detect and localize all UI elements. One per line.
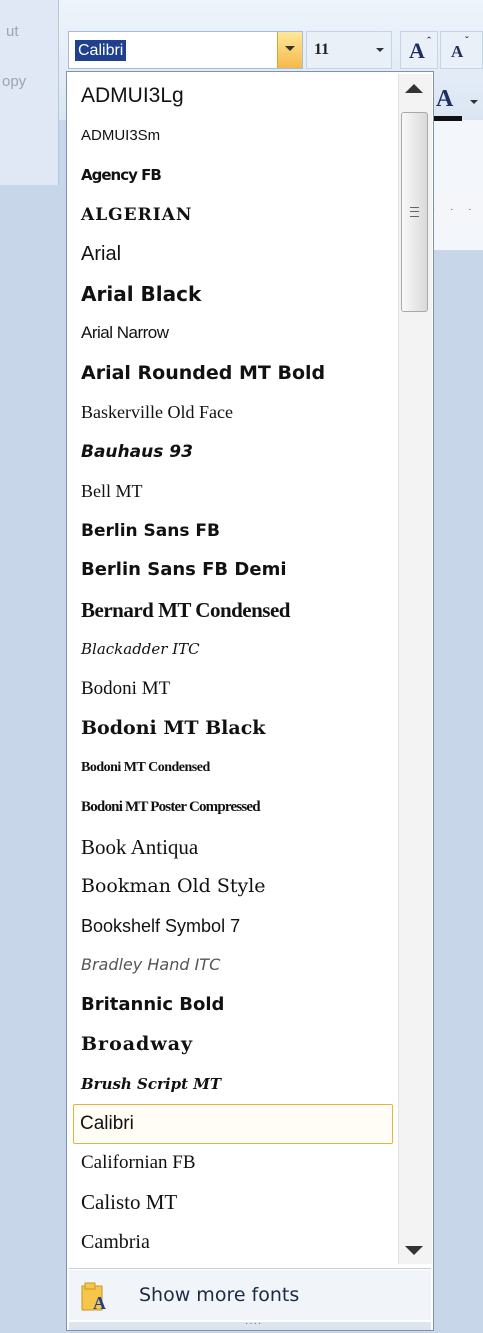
font-folder-icon: A xyxy=(81,1282,106,1312)
font-option[interactable]: Bradley Hand ITC xyxy=(75,946,395,986)
document-page-edge xyxy=(432,120,483,250)
font-list: ADMUI3Lg ADMUI3Sm Agency FB ALGERIAN Arial Ar… xyxy=(69,74,397,1266)
font-name-dropdown-button[interactable] xyxy=(277,32,302,68)
font-option[interactable]: Bernard MT Condensed xyxy=(75,591,395,631)
resize-grip[interactable]: ···· xyxy=(69,1318,431,1330)
font-option[interactable]: ADMUI3Lg xyxy=(75,77,395,117)
scroll-thumb[interactable] xyxy=(401,112,428,312)
caret-down-icon: ˇ xyxy=(465,35,469,47)
cut-button-label[interactable]: ut xyxy=(6,23,19,40)
font-option[interactable]: Broadway xyxy=(75,1025,395,1065)
font-name-combobox[interactable]: Calibri xyxy=(68,31,303,69)
font-size-input[interactable]: 11 xyxy=(314,41,329,59)
font-color-swatch xyxy=(434,116,462,121)
grow-font-icon: A xyxy=(409,38,425,63)
font-color-button[interactable]: A xyxy=(432,86,483,126)
font-option[interactable]: Californian FB xyxy=(75,1144,395,1184)
font-option[interactable]: Bookshelf Symbol 7 xyxy=(75,907,395,947)
font-option[interactable]: Arial Black xyxy=(75,275,395,315)
scrollbar[interactable] xyxy=(398,74,432,1264)
scroll-up-arrow-icon[interactable] xyxy=(405,84,423,93)
font-option[interactable]: Calibri xyxy=(73,1104,393,1144)
font-option[interactable]: Bodoni MT Condensed xyxy=(75,749,395,789)
grow-font-button[interactable]: A ˆ xyxy=(400,31,438,69)
font-option[interactable]: Baskerville Old Face xyxy=(75,393,395,433)
font-option[interactable]: Arial Rounded MT Bold xyxy=(75,354,395,394)
shrink-font-icon: A xyxy=(451,42,464,61)
font-option[interactable]: Bodoni MT Black xyxy=(75,709,395,749)
grip-icon xyxy=(410,207,419,217)
chevron-down-icon xyxy=(376,48,384,52)
font-option[interactable]: ALGERIAN xyxy=(75,196,395,236)
font-option[interactable]: ADMUI3Sm xyxy=(75,117,395,157)
font-option[interactable]: Blackadder ITC xyxy=(75,630,395,670)
font-option[interactable]: Bodoni MT xyxy=(75,670,395,710)
font-option[interactable]: Bookman Old Style xyxy=(75,867,395,907)
font-size-combobox[interactable]: 11 xyxy=(306,31,392,69)
chevron-down-icon[interactable] xyxy=(470,100,478,104)
show-more-fonts-label: Show more fonts xyxy=(139,1284,300,1306)
font-option[interactable]: Bell MT xyxy=(75,472,395,512)
font-option[interactable]: Bauhaus 93 xyxy=(75,433,395,473)
clipboard-group: ut opy xyxy=(0,0,59,185)
font-option[interactable]: Arial Narrow xyxy=(75,314,395,354)
ruler: · · · xyxy=(432,195,483,225)
chevron-down-icon xyxy=(285,46,295,51)
font-name-input[interactable]: Calibri xyxy=(75,40,127,61)
font-option[interactable]: Cambria xyxy=(75,1223,395,1263)
font-option[interactable]: Agency FB xyxy=(75,156,395,196)
font-dropdown-list: ADMUI3Lg ADMUI3Sm Agency FB ALGERIAN Arial Ar… xyxy=(66,71,434,1331)
font-option[interactable]: Berlin Sans FB xyxy=(75,512,395,552)
font-option[interactable]: Calisto MT xyxy=(75,1183,395,1223)
divider xyxy=(69,1268,431,1269)
show-more-fonts-button[interactable]: A Show more fonts xyxy=(69,1270,431,1320)
font-option[interactable]: Brush Script MT xyxy=(75,1065,395,1105)
font-option[interactable]: Arial xyxy=(75,235,395,275)
font-option[interactable]: Book Antiqua xyxy=(75,828,395,868)
scroll-down-arrow-icon[interactable] xyxy=(405,1246,423,1255)
font-option[interactable]: Bodoni MT Poster Compressed xyxy=(75,788,395,828)
copy-button-label[interactable]: opy xyxy=(2,73,26,90)
font-option[interactable]: Berlin Sans FB Demi xyxy=(75,551,395,591)
font-color-icon: A xyxy=(436,86,454,112)
font-option[interactable]: Britannic Bold xyxy=(75,986,395,1026)
grip-dots-icon: ···· xyxy=(245,1318,263,1329)
svg-text:A: A xyxy=(93,1293,106,1312)
caret-up-icon: ˆ xyxy=(427,34,431,48)
shrink-font-button[interactable]: A ˇ xyxy=(440,31,483,69)
